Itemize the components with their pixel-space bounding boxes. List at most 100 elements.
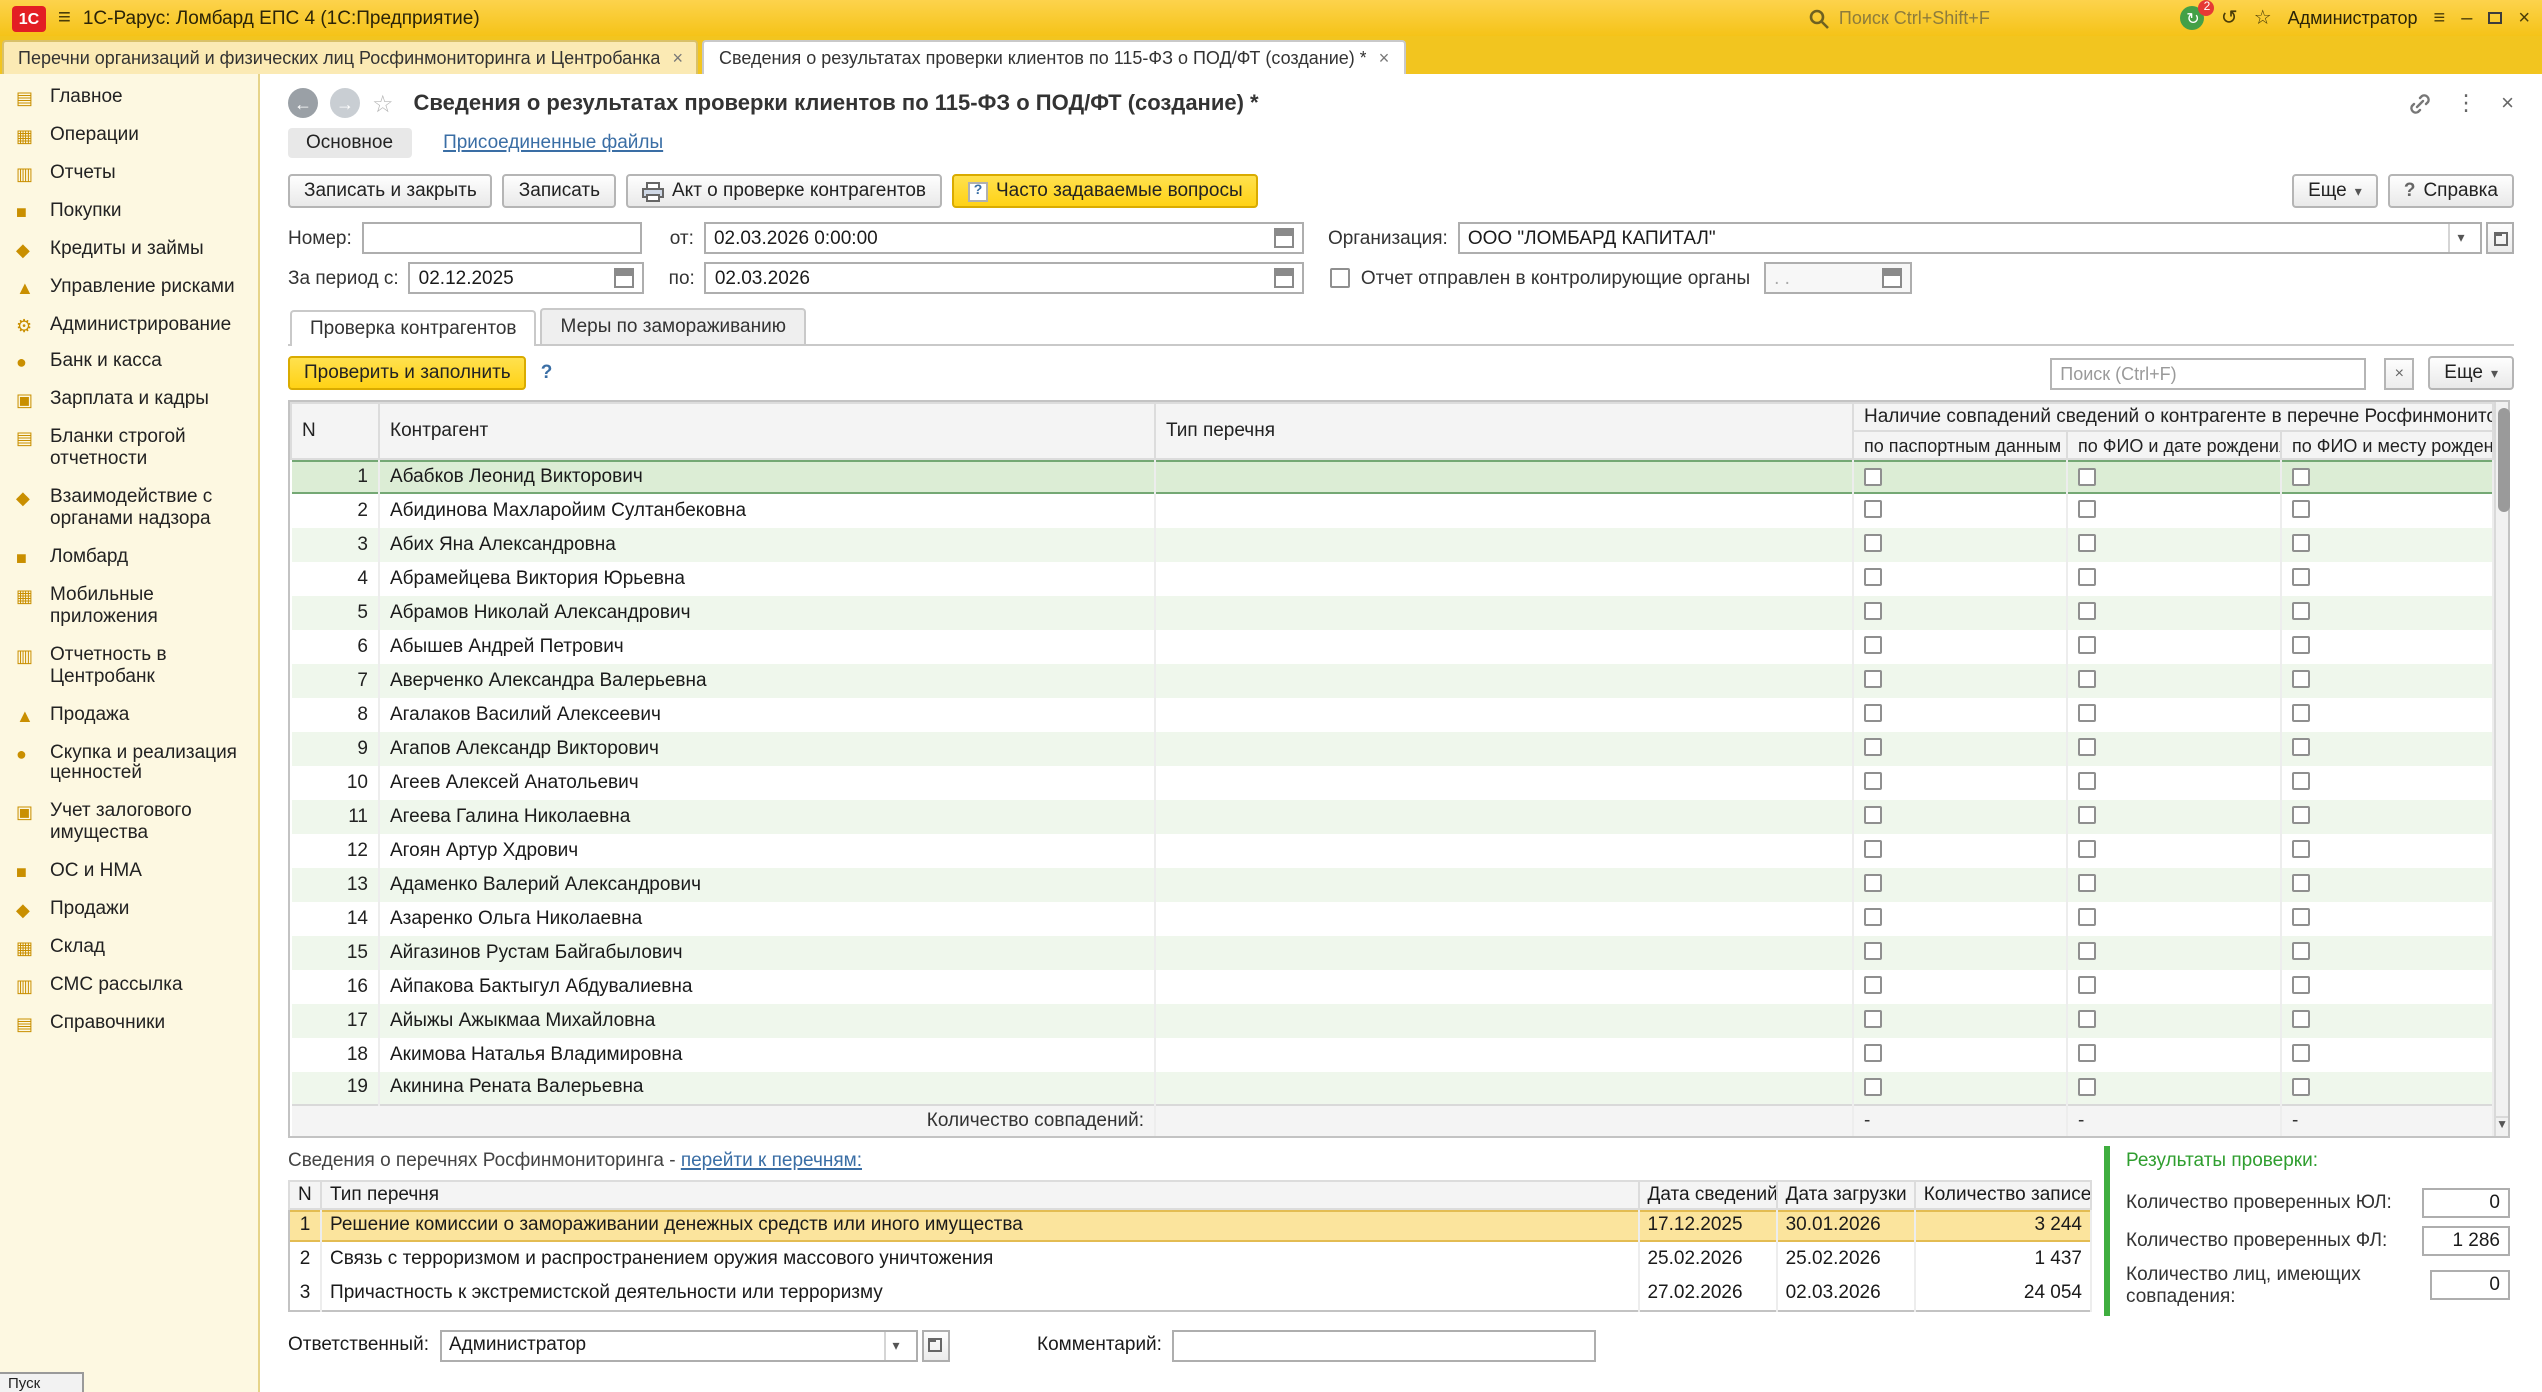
sidebar-item[interactable]: ▦ Склад: [0, 930, 258, 968]
contractor-row[interactable]: 15 Айгазинов Рустам Байгабылович: [291, 935, 2493, 969]
save-button[interactable]: Записать: [503, 174, 616, 208]
match-name-date-checkbox[interactable]: [2078, 943, 2096, 961]
match-name-date-checkbox[interactable]: [2078, 739, 2096, 757]
clear-search-icon[interactable]: ×: [2384, 357, 2414, 389]
favorites-star-icon[interactable]: ☆: [2254, 7, 2272, 29]
col-by-name-birthdate[interactable]: по ФИО и дате рождения: [2067, 431, 2281, 459]
match-name-place-checkbox[interactable]: [2292, 467, 2310, 485]
vertical-scrollbar[interactable]: ▼: [2494, 402, 2508, 1135]
open-responsible-button[interactable]: [921, 1329, 949, 1361]
match-name-place-checkbox[interactable]: [2292, 807, 2310, 825]
match-name-date-checkbox[interactable]: [2078, 671, 2096, 689]
sidebar-item[interactable]: ▤ Главное: [0, 80, 258, 118]
contractor-row[interactable]: 5 Абрамов Николай Александрович: [291, 595, 2493, 629]
match-name-place-checkbox[interactable]: [2292, 841, 2310, 859]
match-passport-checkbox[interactable]: [1864, 1045, 1882, 1063]
match-passport-checkbox[interactable]: [1864, 637, 1882, 655]
number-field[interactable]: [362, 222, 642, 254]
sidebar-item[interactable]: ◆ Продажи: [0, 892, 258, 930]
col-contractor[interactable]: Контрагент: [379, 403, 1155, 459]
tab-close-icon[interactable]: ×: [1379, 48, 1390, 68]
match-name-place-checkbox[interactable]: [2292, 1078, 2310, 1096]
match-passport-checkbox[interactable]: [1864, 1011, 1882, 1029]
match-name-date-checkbox[interactable]: [2078, 603, 2096, 621]
match-passport-checkbox[interactable]: [1864, 603, 1882, 621]
chevron-down-icon[interactable]: ▾: [2448, 224, 2472, 252]
current-user[interactable]: Администратор: [2288, 8, 2418, 28]
updates-icon[interactable]: ↻2: [2181, 6, 2205, 30]
contractor-row[interactable]: 11 Агеева Галина Николаевна: [291, 799, 2493, 833]
main-menu-icon[interactable]: ≡: [58, 6, 71, 30]
back-button[interactable]: ←: [288, 88, 318, 118]
col-n[interactable]: N: [291, 403, 379, 459]
match-name-place-checkbox[interactable]: [2292, 535, 2310, 553]
sidebar-item[interactable]: ▥ Отчеты: [0, 156, 258, 194]
match-passport-checkbox[interactable]: [1864, 671, 1882, 689]
lists-col-data-date[interactable]: Дата сведений: [1638, 1180, 1776, 1208]
report-sent-checkbox[interactable]: [1331, 268, 1351, 288]
start-button[interactable]: Пуск: [0, 1372, 84, 1392]
history-icon[interactable]: ↺: [2221, 7, 2238, 29]
forward-button[interactable]: →: [330, 88, 360, 118]
sidebar-item[interactable]: ■ Ломбард: [0, 540, 258, 578]
match-name-place-checkbox[interactable]: [2292, 739, 2310, 757]
close-window-icon[interactable]: ×: [2518, 7, 2530, 29]
match-name-place-checkbox[interactable]: [2292, 603, 2310, 621]
match-name-date-checkbox[interactable]: [2078, 467, 2096, 485]
sidebar-item[interactable]: ● Банк и касса: [0, 345, 258, 383]
grid-more-button[interactable]: Еще▾: [2428, 356, 2514, 390]
organization-field[interactable]: ООО "ЛОМБАРД КАПИТАЛ"▾: [1458, 222, 2482, 254]
sidebar-item[interactable]: ● Скупка и реализация ценностей: [0, 735, 258, 795]
sidebar-item[interactable]: ⚙ Администрирование: [0, 307, 258, 345]
match-passport-checkbox[interactable]: [1864, 909, 1882, 927]
sidebar-item[interactable]: ■ Покупки: [0, 194, 258, 232]
list-row[interactable]: 1 Решение комиссии о замораживании денеж…: [289, 1208, 2091, 1242]
contractor-row[interactable]: 1 Абабков Леонид Викторович: [291, 459, 2493, 493]
match-name-date-checkbox[interactable]: [2078, 535, 2096, 553]
match-passport-checkbox[interactable]: [1864, 739, 1882, 757]
match-name-date-checkbox[interactable]: [2078, 705, 2096, 723]
col-list-type[interactable]: Тип перечня: [1155, 403, 1853, 459]
minimize-icon[interactable]: –: [2461, 7, 2472, 29]
help-button[interactable]: ?Справка: [2388, 174, 2514, 208]
match-passport-checkbox[interactable]: [1864, 705, 1882, 723]
lists-col-n[interactable]: N: [289, 1180, 321, 1208]
from-date-field[interactable]: 02.03.2026 0:00:00: [704, 222, 1304, 254]
match-name-date-checkbox[interactable]: [2078, 1078, 2096, 1096]
match-name-date-checkbox[interactable]: [2078, 875, 2096, 893]
more-button[interactable]: Еще▾: [2292, 174, 2378, 208]
match-name-place-checkbox[interactable]: [2292, 875, 2310, 893]
global-search[interactable]: Поиск Ctrl+Shift+F: [1809, 7, 2109, 29]
match-name-date-checkbox[interactable]: [2078, 501, 2096, 519]
col-group-matches[interactable]: Наличие совпадений сведений о контрагент…: [1853, 403, 2493, 431]
contractor-row[interactable]: 2 Абидинова Махларойим Султанбековна: [291, 493, 2493, 527]
match-name-date-checkbox[interactable]: [2078, 807, 2096, 825]
sidebar-item[interactable]: ■ ОС и НМА: [0, 854, 258, 892]
grid-search-input[interactable]: Поиск (Ctrl+F): [2050, 357, 2366, 389]
panel-help-link[interactable]: ?: [541, 362, 553, 384]
match-name-date-checkbox[interactable]: [2078, 773, 2096, 791]
window-tab[interactable]: Сведения о результатах проверки клиентов…: [703, 40, 1405, 74]
match-passport-checkbox[interactable]: [1864, 943, 1882, 961]
match-name-date-checkbox[interactable]: [2078, 909, 2096, 927]
calendar-icon[interactable]: [615, 268, 635, 288]
sidebar-item[interactable]: ◆ Кредиты и займы: [0, 231, 258, 269]
scrollbar-thumb[interactable]: [2498, 408, 2510, 512]
contractor-row[interactable]: 17 Айыжы Ажыкмаа Михайловна: [291, 1003, 2493, 1037]
contractor-row[interactable]: 7 Аверченко Александра Валерьевна: [291, 663, 2493, 697]
contractor-row[interactable]: 3 Абих Яна Александровна: [291, 527, 2493, 561]
get-link-icon[interactable]: [2407, 91, 2431, 115]
contractor-row[interactable]: 9 Агапов Александр Викторович: [291, 731, 2493, 765]
scroll-down-icon[interactable]: ▼: [2496, 1115, 2508, 1135]
report-sent-date-field[interactable]: . .: [1764, 262, 1912, 294]
contractor-row[interactable]: 6 Абышев Андрей Петрович: [291, 629, 2493, 663]
settings-menu-icon[interactable]: ≡: [2434, 7, 2446, 29]
match-name-date-checkbox[interactable]: [2078, 637, 2096, 655]
act-print-button[interactable]: Акт о проверке контрагентов: [626, 174, 942, 208]
match-name-date-checkbox[interactable]: [2078, 1045, 2096, 1063]
result-value-field[interactable]: 0: [2431, 1270, 2510, 1300]
lists-col-records[interactable]: Количество записей: [1915, 1180, 2091, 1208]
match-name-date-checkbox[interactable]: [2078, 977, 2096, 995]
contractor-row[interactable]: 8 Агалаков Василий Алексеевич: [291, 697, 2493, 731]
sidebar-item[interactable]: ▲ Управление рисками: [0, 269, 258, 307]
